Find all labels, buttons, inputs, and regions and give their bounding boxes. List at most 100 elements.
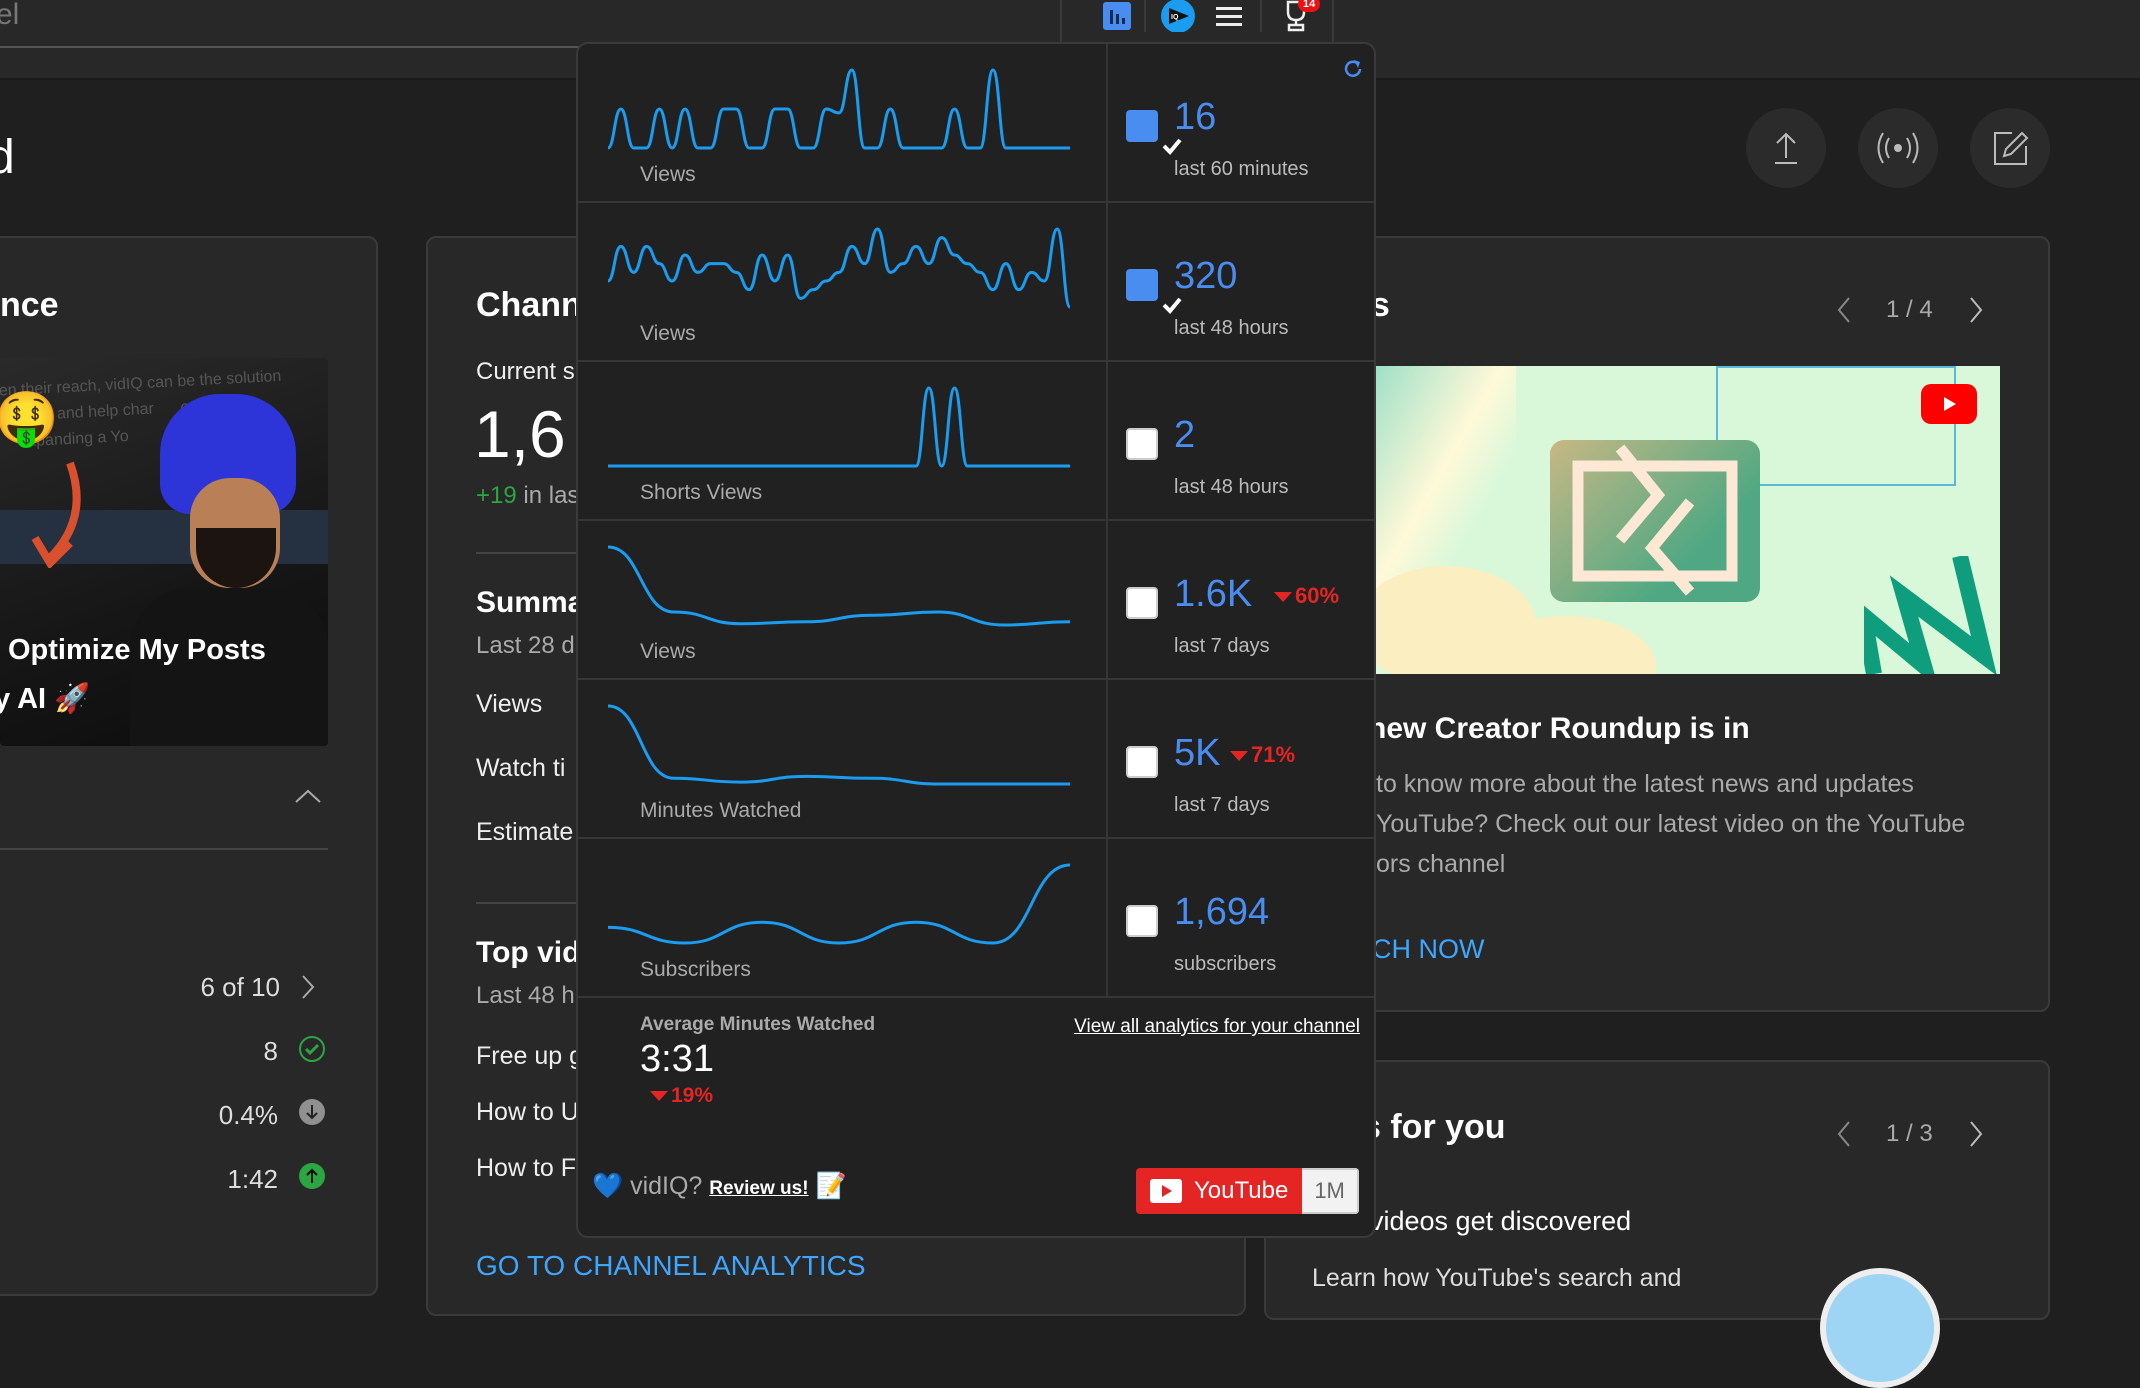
check-circle-icon [299, 1036, 325, 1062]
stat-period: subscribers [1174, 953, 1277, 975]
ideas-body: Learn how YouTube's search and [1312, 1264, 1682, 1292]
svg-text:IQ: IQ [1171, 14, 1179, 21]
person-shirt [130, 588, 328, 746]
stat-value: 0.4% [218, 1100, 278, 1130]
news-body-line: ors channel [1376, 850, 1506, 878]
vidiq-stats-popup: Views 16 last 60 minutes Views 320 last 48 ho… [576, 42, 1376, 1238]
top-videos-period: Last 48 h [476, 982, 575, 1009]
upload-icon [1775, 132, 1797, 164]
stat-row: Subscribers 1,694 subscribers [578, 839, 1374, 998]
news-image[interactable] [1376, 366, 2000, 674]
sparkline-label: Minutes Watched [640, 799, 802, 822]
watch-now-link[interactable]: CH NOW [1372, 934, 1484, 965]
create-post-button[interactable] [1970, 108, 2050, 188]
review-us-link[interactable]: Review us! [709, 1178, 808, 1199]
ideas-headline: videos get discovered [1370, 1206, 1632, 1236]
stat-change: 60% [1274, 583, 1339, 609]
sparkline-cell: Views [578, 203, 1108, 362]
sparkline-chart [608, 863, 1070, 945]
stat-checkbox[interactable] [1126, 428, 1158, 460]
ideas-card-title: s for you [1362, 1108, 1506, 1146]
arrow-down-circle-icon [299, 1099, 325, 1125]
top-video-row[interactable]: How to U [476, 1098, 579, 1127]
sparkline-series [608, 863, 1070, 945]
sparkline-label: Views [640, 322, 696, 345]
stat-period: last 48 hours [1174, 476, 1289, 498]
youtube-logo-icon [1921, 384, 1977, 424]
go-to-channel-analytics-link[interactable]: GO TO CHANNEL ANALYTICS [476, 1250, 866, 1282]
stat-row: Views 16 last 60 minutes [578, 44, 1374, 203]
video-thumbnail[interactable]: en their reach, vidIQ can be the solutio… [0, 358, 328, 746]
avg-minutes-value: 3:31 [640, 1038, 714, 1080]
youtube-subscriber-count: 1M [1302, 1168, 1359, 1214]
extension-toolbar: IQ 14 [1060, 0, 1334, 42]
news-pager: 1 / 4 [1886, 296, 1933, 323]
avg-minutes-change: 19% [650, 1084, 713, 1108]
sparkline-chart [608, 545, 1070, 627]
sparkline-cell: Views [578, 521, 1108, 680]
top-video-row[interactable]: How to F [476, 1154, 576, 1183]
analytics-icon[interactable] [1102, 0, 1132, 32]
ideas-prev-chevron-icon[interactable] [1836, 1120, 1852, 1148]
ranking-next-chevron-icon[interactable] [300, 974, 316, 1000]
news-next-chevron-icon[interactable] [1968, 296, 1984, 324]
divider [476, 902, 586, 904]
sparkline-label: Subscribers [640, 958, 751, 981]
money-face-emoji: 🤑 [0, 390, 59, 448]
stat-checkbox[interactable] [1126, 110, 1182, 155]
trend-down-icon [1230, 751, 1248, 762]
upload-button[interactable] [1746, 108, 1826, 188]
sparkline-label: Shorts Views [640, 481, 763, 504]
stat-value: 320 [1174, 255, 1238, 297]
stat-checkbox[interactable] [1126, 269, 1182, 314]
sparkline-series [608, 704, 1070, 786]
youtube-play-icon [1150, 1179, 1182, 1203]
go-live-button[interactable] [1858, 108, 1938, 188]
search-input-value: el [0, 0, 20, 31]
stat-checkbox[interactable] [1126, 587, 1158, 619]
summary-title: Summa [476, 586, 585, 619]
news-body-line: to know more about the latest news and u… [1376, 770, 1914, 798]
stat-value: 1.6K [1174, 573, 1253, 615]
search-input[interactable]: el [0, 0, 1060, 48]
summary-row: Views [476, 690, 543, 718]
avg-change-value: 19% [671, 1084, 714, 1107]
arrow-up-circle-icon [299, 1163, 325, 1189]
stat-row: Views 1.6K 60% last 7 days [578, 521, 1374, 680]
stat-value: 1,694 [1174, 891, 1270, 933]
stat-period: last 7 days [1174, 794, 1270, 816]
delta-text: in las [516, 482, 580, 509]
news-prev-chevron-icon[interactable] [1836, 296, 1852, 324]
stat-checkbox[interactable] [1126, 905, 1158, 937]
sparkline-chart [608, 68, 1070, 150]
stat-checkbox[interactable] [1126, 746, 1158, 778]
view-all-analytics-link[interactable]: View all analytics for your channel [1074, 1016, 1360, 1038]
delta-value: +19 [476, 482, 517, 509]
stat-change: 71% [1230, 742, 1295, 768]
stat-value: 1:42 [227, 1164, 278, 1194]
image-icon-tile [1550, 440, 1760, 602]
ideas-image [1820, 1268, 1940, 1388]
sparkline-cell: Subscribers [578, 839, 1108, 998]
youtube-subscribe-button[interactable]: YouTube 1M [1136, 1168, 1359, 1214]
image-zigzag [1864, 556, 1997, 674]
top-video-row[interactable]: Free up g [476, 1042, 583, 1071]
subscriber-delta: +19 in las [476, 482, 579, 510]
divider [0, 848, 328, 850]
current-subscribers-label: Current s [476, 358, 575, 385]
trend-down-icon [650, 1091, 668, 1102]
stat-change-value: 71% [1251, 742, 1296, 767]
sparkline-series [608, 227, 1070, 309]
thumbnail-caption-line2: y AI 🚀 [0, 683, 91, 715]
sparkline-chart [608, 704, 1070, 786]
ideas-pager: 1 / 3 [1886, 1120, 1933, 1147]
review-prompt: 💙 vidIQ? Review us! 📝 [592, 1172, 847, 1201]
stat-change-value: 60% [1295, 583, 1340, 608]
vidiq-icon[interactable]: IQ [1160, 0, 1196, 32]
collapse-chevron-up-icon[interactable] [294, 788, 322, 804]
review-suffix: 📝 [808, 1172, 847, 1200]
stat-value: 8 [263, 1036, 278, 1066]
ideas-next-chevron-icon[interactable] [1968, 1120, 1984, 1148]
menu-icon[interactable] [1214, 0, 1244, 32]
thumbnail-caption-line1: Optimize My Posts [8, 634, 266, 666]
